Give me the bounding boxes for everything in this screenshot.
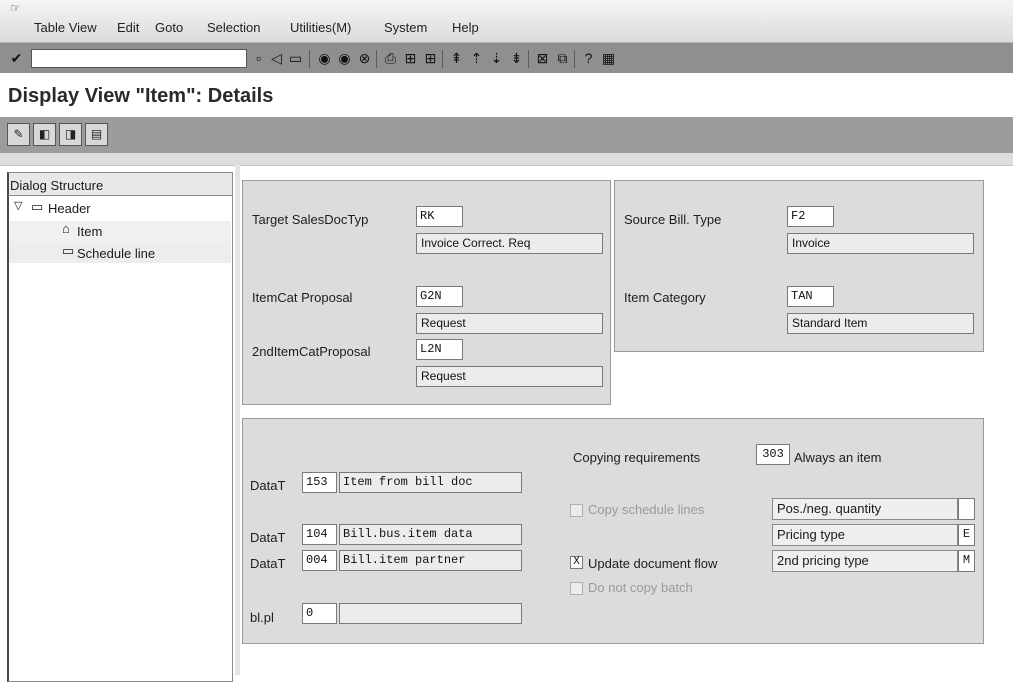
target-sales-doc-label: Target SalesDocTyp (252, 212, 369, 227)
target-sales-doc-desc: Invoice Correct. Req (416, 233, 603, 254)
data-transfer-code-field[interactable]: 153 (302, 472, 337, 493)
do-not-copy-batch-label: Do not copy batch (588, 580, 693, 595)
data-transfer-label: DataT (250, 530, 286, 545)
last-page-icon[interactable]: ⇡ (468, 50, 485, 67)
save-icon[interactable]: ▫ (250, 50, 267, 67)
folder-icon: ▭ (31, 199, 44, 214)
do-not-copy-batch-checkbox (570, 582, 583, 595)
menu-bar (0, 0, 1013, 43)
data-transfer-code-field[interactable]: 004 (302, 550, 337, 571)
toolbar-divider (0, 153, 1013, 166)
tree-node-header[interactable]: Header (48, 201, 91, 216)
copying-requirements-desc: Always an item (794, 450, 882, 465)
batch-split-label: bl.pl (250, 610, 274, 625)
update-document-flow-label: Update document flow (588, 556, 718, 571)
toolbar-separator (309, 50, 310, 68)
pricing-type-field[interactable]: E (958, 524, 975, 546)
data-transfer-desc: Bill.bus.item data (339, 524, 522, 545)
pos-neg-quantity-label: Pos./neg. quantity (772, 498, 958, 520)
tree-node-item[interactable]: Item (77, 224, 102, 239)
pos-neg-quantity-field[interactable] (958, 498, 975, 520)
copying-requirements-field[interactable]: 303 (756, 444, 790, 465)
data-transfer-code-field[interactable]: 104 (302, 524, 337, 545)
menu-table-view[interactable]: Table View (34, 20, 97, 35)
copying-requirements-label: Copying requirements (573, 450, 701, 465)
item-category-label: Item Category (624, 290, 706, 305)
toolbar-separator (528, 50, 529, 68)
back-icon[interactable]: ◁ (268, 50, 285, 67)
menu-utilities[interactable]: Utilities(M) (290, 20, 351, 35)
next-entry-icon[interactable]: ◨ (59, 123, 82, 146)
dialog-structure-title: Dialog Structure (10, 178, 104, 193)
first-page-icon[interactable]: ⊞ (402, 50, 419, 67)
item-cat-proposal-desc: Request (416, 313, 603, 334)
create-shortcut-icon[interactable]: ⇟ (508, 50, 525, 67)
find-next-icon[interactable]: ⎙ (382, 50, 399, 67)
enter-icon[interactable]: ✔ (8, 50, 25, 67)
layout-menu-icon[interactable]: ▦ (600, 50, 617, 67)
second-pricing-type-label: 2nd pricing type (772, 550, 958, 572)
folder-icon: ▭ (62, 243, 75, 258)
previous-page-icon[interactable]: ⊞ (422, 50, 439, 67)
second-item-cat-proposal-desc: Request (416, 366, 603, 387)
expand-triangle-icon[interactable]: ▽ (14, 199, 22, 212)
create-session-icon[interactable]: ⇣ (488, 50, 505, 67)
print-icon[interactable]: ◉ (336, 50, 353, 67)
page-title: Display View "Item": Details (8, 85, 274, 107)
toolbar-separator (574, 50, 575, 68)
copy-schedule-lines-checkbox (570, 504, 583, 517)
command-field[interactable] (31, 49, 247, 68)
item-category-field[interactable]: TAN (787, 286, 834, 307)
tree-node-schedule-line[interactable]: Schedule line (77, 246, 155, 261)
menu-goto[interactable]: Goto (155, 20, 183, 35)
application-toolbar (0, 117, 1013, 153)
source-bill-type-desc: Invoice (787, 233, 974, 254)
data-transfer-label: DataT (250, 556, 286, 571)
exit-icon[interactable]: ▭ (287, 50, 304, 67)
menu-selection[interactable]: Selection (207, 20, 260, 35)
variable-list-icon[interactable]: ▤ (85, 123, 108, 146)
target-sales-doc-field[interactable]: RK (416, 206, 463, 227)
update-document-flow-field[interactable]: X (570, 556, 583, 569)
batch-split-desc (339, 603, 522, 624)
cancel-icon[interactable]: ◉ (316, 50, 333, 67)
source-bill-type-field[interactable]: F2 (787, 206, 834, 227)
copy-schedule-lines-label: Copy schedule lines (588, 502, 705, 517)
help-circle-icon[interactable]: ? (580, 50, 597, 67)
find-icon[interactable]: ⊗ (356, 50, 373, 67)
menu-icon[interactable]: ☞ (10, 2, 24, 14)
pricing-type-label: Pricing type (772, 524, 958, 546)
next-page-icon[interactable]: ⇞ (448, 50, 465, 67)
menu-edit[interactable]: Edit (117, 20, 139, 35)
menu-system[interactable]: System (384, 20, 427, 35)
item-cat-proposal-label: ItemCat Proposal (252, 290, 353, 305)
batch-split-field[interactable]: 0 (302, 603, 337, 624)
toolbar-separator (442, 50, 443, 68)
item-cat-proposal-field[interactable]: G2N (416, 286, 463, 307)
toolbar-separator (376, 50, 377, 68)
change-display-icon[interactable]: ✎ (7, 123, 30, 146)
customize-layout-icon[interactable]: ⧉ (554, 50, 571, 67)
open-folder-icon: ⌂ (62, 221, 70, 236)
second-item-cat-proposal-field[interactable]: L2N (416, 339, 463, 360)
previous-entry-icon[interactable]: ◧ (33, 123, 56, 146)
data-transfer-desc: Bill.item partner (339, 550, 522, 571)
data-transfer-desc: Item from bill doc (339, 472, 522, 493)
second-pricing-type-field[interactable]: M (958, 550, 975, 572)
splitter[interactable] (235, 165, 240, 675)
help-icon[interactable]: ⊠ (534, 50, 551, 67)
second-item-cat-proposal-label: 2ndItemCatProposal (252, 344, 371, 359)
tree-row-selected (9, 221, 231, 242)
menu-help[interactable]: Help (452, 20, 479, 35)
item-category-desc: Standard Item (787, 313, 974, 334)
source-bill-type-label: Source Bill. Type (624, 212, 722, 227)
data-transfer-label: DataT (250, 478, 286, 493)
